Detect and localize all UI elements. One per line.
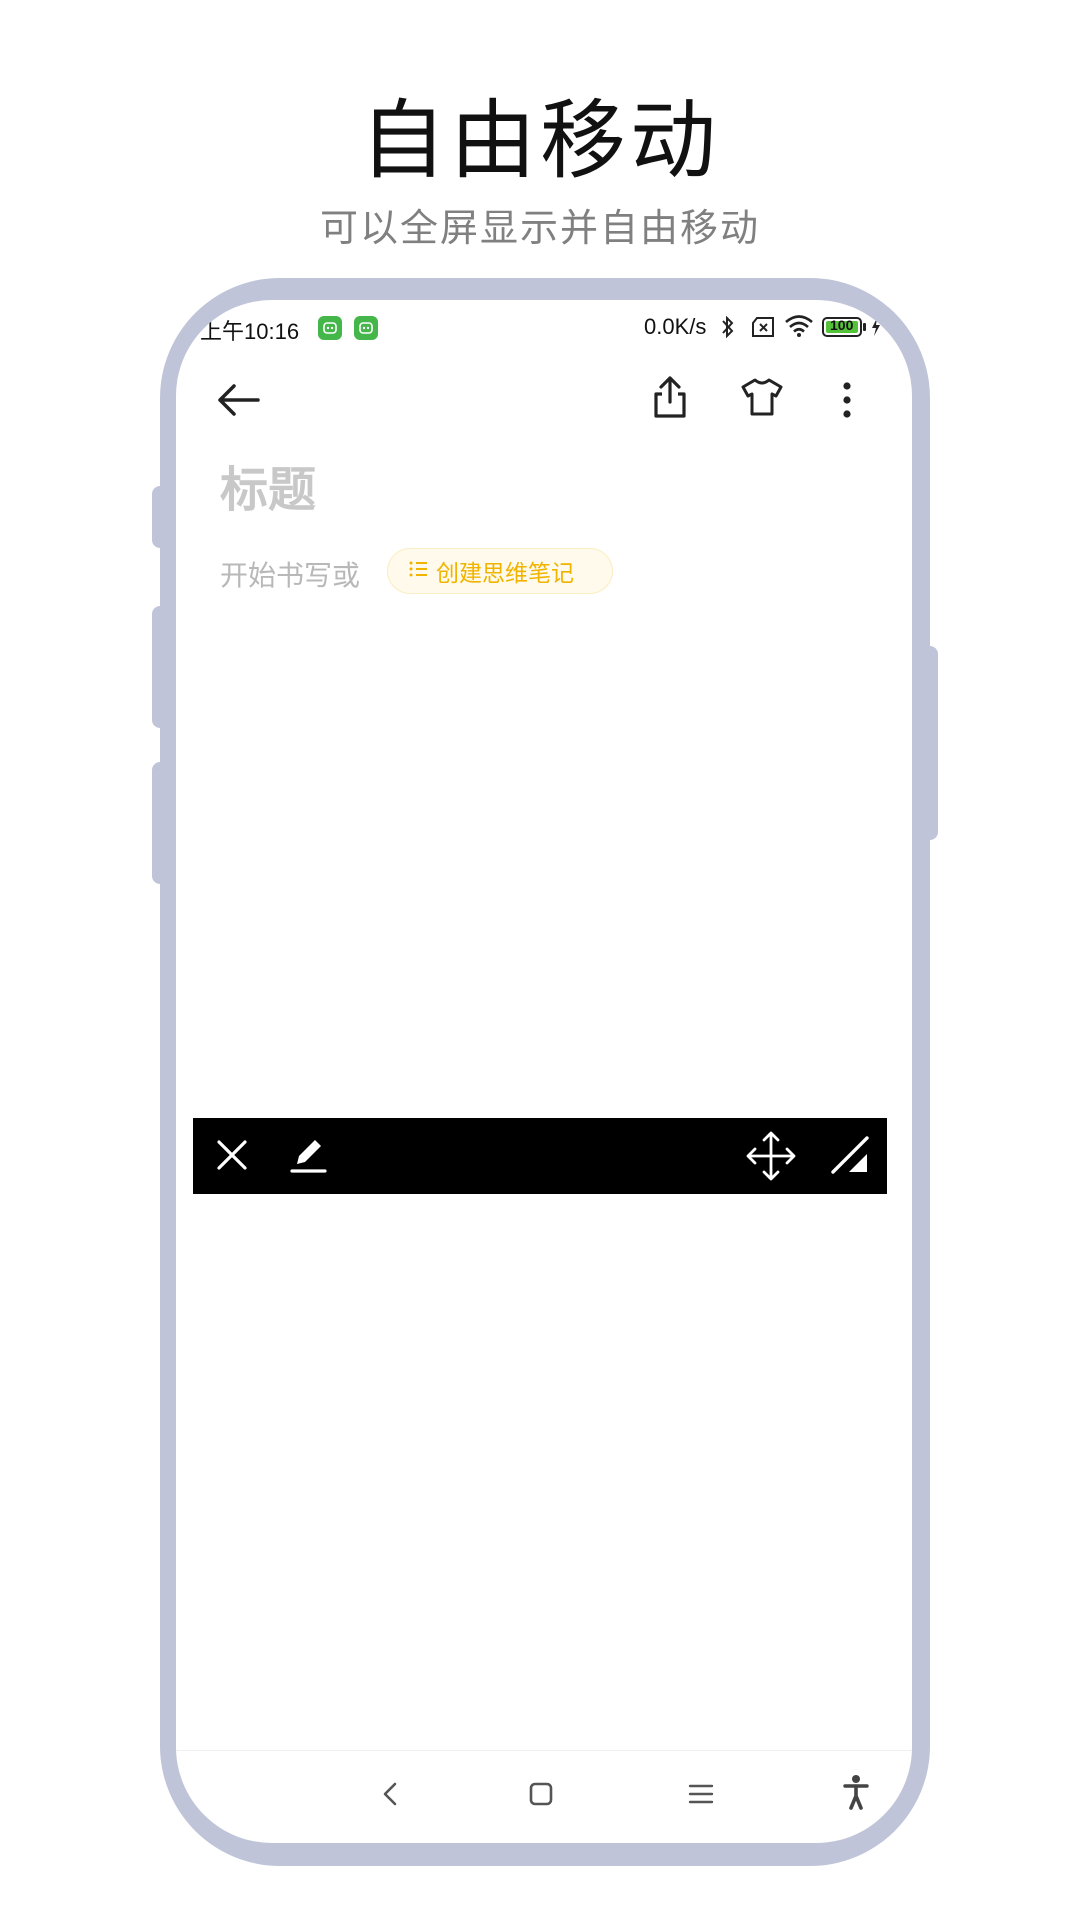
accessibility-icon[interactable] xyxy=(842,1774,870,1814)
wifi-icon xyxy=(784,314,814,342)
nav-divider xyxy=(176,1750,912,1751)
nav-menu-icon[interactable] xyxy=(688,1782,714,1810)
promo-title: 自由移动 xyxy=(360,91,720,191)
status-network-speed: 0.0K/s xyxy=(644,314,707,339)
resize-icon[interactable] xyxy=(829,1134,871,1180)
floating-control-bar[interactable] xyxy=(193,1118,887,1194)
list-icon xyxy=(408,559,428,583)
create-mind-map-button[interactable]: 创建思维笔记 xyxy=(387,548,613,594)
battery-level-text: 100 xyxy=(830,317,854,333)
edit-pen-icon[interactable] xyxy=(289,1134,329,1180)
more-vertical-icon[interactable] xyxy=(840,380,854,424)
sim-off-icon xyxy=(750,316,776,342)
nav-back-icon[interactable] xyxy=(380,1778,400,1814)
theme-shirt-icon[interactable] xyxy=(740,376,784,422)
status-time: 上午10:16 xyxy=(200,319,300,344)
back-arrow-icon[interactable] xyxy=(214,380,262,424)
nav-home-icon[interactable] xyxy=(528,1781,554,1811)
move-icon[interactable] xyxy=(745,1130,797,1186)
note-body-input[interactable]: 开始书写或 xyxy=(220,554,360,594)
share-icon[interactable] xyxy=(650,374,690,424)
note-title-input[interactable]: 标题 xyxy=(220,450,316,520)
phone-screen: 上午10:16 0.0K/s 100 标题 开始书写或 创建思维笔记 xyxy=(176,300,912,1843)
promo-subtitle: 可以全屏显示并自由移动 xyxy=(319,206,760,250)
close-icon[interactable] xyxy=(213,1136,251,1178)
app-notification-icon xyxy=(318,316,342,340)
app-notification-icon xyxy=(354,316,378,340)
charging-icon xyxy=(870,316,882,342)
create-mind-map-label: 创建思维笔记 xyxy=(436,561,574,587)
bluetooth-icon xyxy=(720,314,736,344)
